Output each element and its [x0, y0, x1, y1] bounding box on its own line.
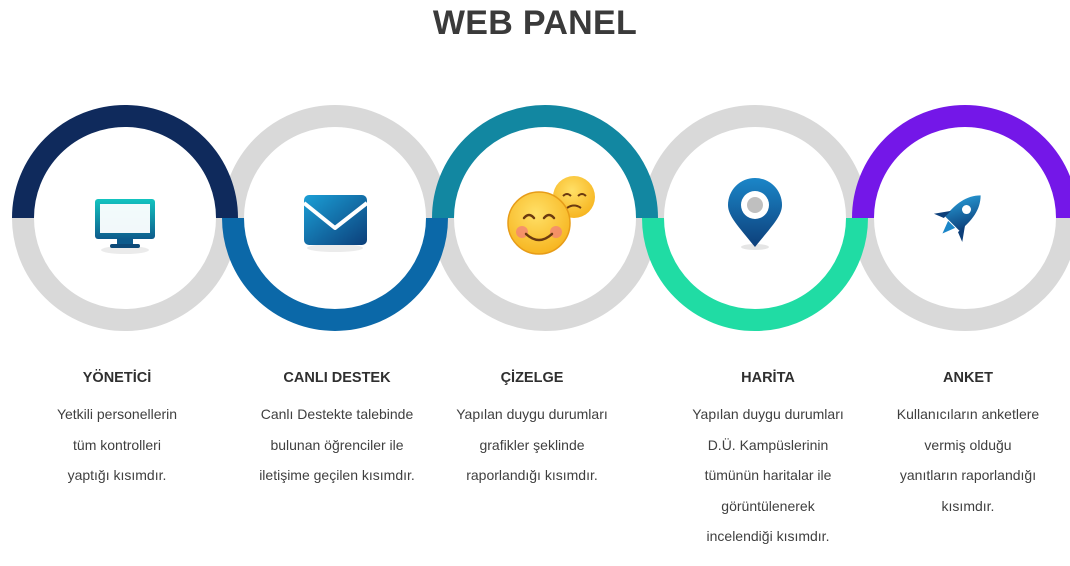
feature-title: ÇİZELGE	[500, 370, 564, 386]
ring-gray-half	[852, 217, 1070, 331]
feature-description: Yapılan duygu durumları grafikler şeklin…	[456, 406, 608, 483]
envelope-icon	[302, 195, 369, 252]
feature-canli-destek: CANLI DESTEK Canlı Destekte talebinde bu…	[237, 370, 437, 491]
feature-description: Yapılan duygu durumları D.Ü. Kampüslerin…	[692, 406, 844, 544]
feature-description: Canlı Destekte talebinde bulunan öğrenci…	[259, 406, 415, 483]
feature-title: HARİTA	[741, 370, 795, 386]
feature-title: YÖNETİCİ	[82, 370, 152, 386]
feature-anket: ANKET Kullanıcıların anketlere vermiş ol…	[868, 370, 1068, 521]
map-pin-icon	[728, 178, 782, 250]
feature-title: CANLI DESTEK	[283, 370, 391, 386]
feature-harita: HARİTA Yapılan duygu durumları D.Ü. Kamp…	[668, 370, 868, 552]
computer-monitor-icon	[95, 199, 155, 254]
emoji-faces-icon	[507, 176, 595, 255]
feature-title: ANKET	[943, 370, 993, 386]
feature-cizelge: ÇİZELGE Yapılan duygu durumları grafikle…	[432, 370, 632, 491]
feature-description: Kullanıcıların anketlere vermiş olduğu y…	[896, 406, 1040, 514]
feature-description: Yetkili personellerin tüm kontrolleri ya…	[56, 406, 178, 483]
rocket-icon	[933, 195, 981, 243]
feature-yonetici: YÖNETİCİ Yetkili personellerin tüm kontr…	[17, 370, 217, 491]
